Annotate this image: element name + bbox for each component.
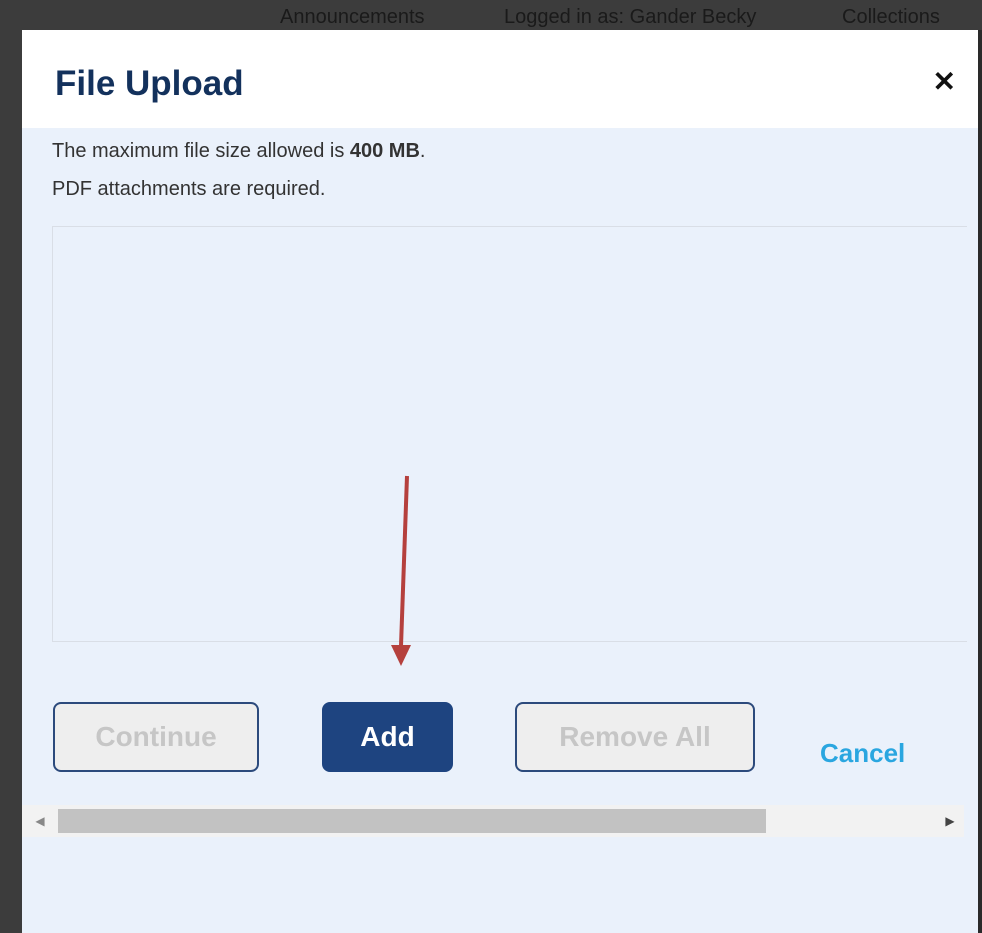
continue-button[interactable]: Continue xyxy=(53,702,259,772)
logged-in-label: Logged in as: Gander Becky xyxy=(504,6,757,28)
file-drop-area[interactable] xyxy=(52,226,967,642)
max-size-prefix: The maximum file size allowed is xyxy=(52,140,350,162)
horizontal-scrollbar[interactable]: ◀ ▶ xyxy=(22,805,964,837)
dialog-header: File Upload ✕ xyxy=(22,30,978,128)
scroll-right-icon[interactable]: ▶ xyxy=(936,805,964,837)
file-upload-dialog: File Upload ✕ The maximum file size allo… xyxy=(22,30,982,933)
cancel-link[interactable]: Cancel xyxy=(820,738,905,769)
add-button[interactable]: Add xyxy=(322,702,453,772)
max-size-value: 400 MB xyxy=(349,140,420,162)
max-size-suffix: . xyxy=(419,140,426,162)
pdf-required-note: PDF attachments are required. xyxy=(52,178,326,200)
background-topbar: Announcements Logged in as: Gander Becky… xyxy=(0,0,982,32)
remove-all-button[interactable]: Remove All xyxy=(515,702,755,772)
scroll-left-icon[interactable]: ◀ xyxy=(26,805,54,837)
close-icon[interactable]: ✕ xyxy=(933,68,956,96)
max-file-size-note: The maximum file size allowed is 400 MB. xyxy=(52,140,425,163)
announcements-link: Announcements xyxy=(280,6,425,28)
collections-link: Collections xyxy=(842,6,940,28)
scrollbar-thumb[interactable] xyxy=(58,809,766,833)
dialog-title: File Upload xyxy=(55,64,244,103)
